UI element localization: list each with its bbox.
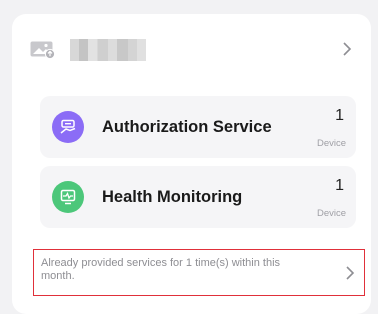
device-unit: Device (316, 208, 346, 219)
device-unit: Device (316, 138, 346, 149)
service-health-monitoring[interactable]: Health Monitoring 1 Device (40, 166, 356, 228)
service-name: Health Monitoring (102, 187, 243, 206)
chevron-right-icon[interactable] (345, 265, 355, 286)
service-usage-notice[interactable]: Already provided services for 1 time(s) … (33, 249, 365, 296)
device-count: 1 (335, 177, 344, 194)
notice-text: Already provided services for 1 time(s) … (41, 257, 281, 282)
chevron-right-icon[interactable] (342, 41, 352, 62)
image-icon (30, 41, 56, 60)
device-name-redacted (70, 39, 146, 61)
device-count: 1 (335, 107, 344, 124)
device-header-row[interactable] (30, 30, 360, 70)
service-name: Authorization Service (102, 117, 272, 136)
authorization-icon (52, 111, 84, 143)
heart-monitor-icon (52, 181, 84, 213)
service-authorization[interactable]: Authorization Service 1 Device (40, 96, 356, 158)
